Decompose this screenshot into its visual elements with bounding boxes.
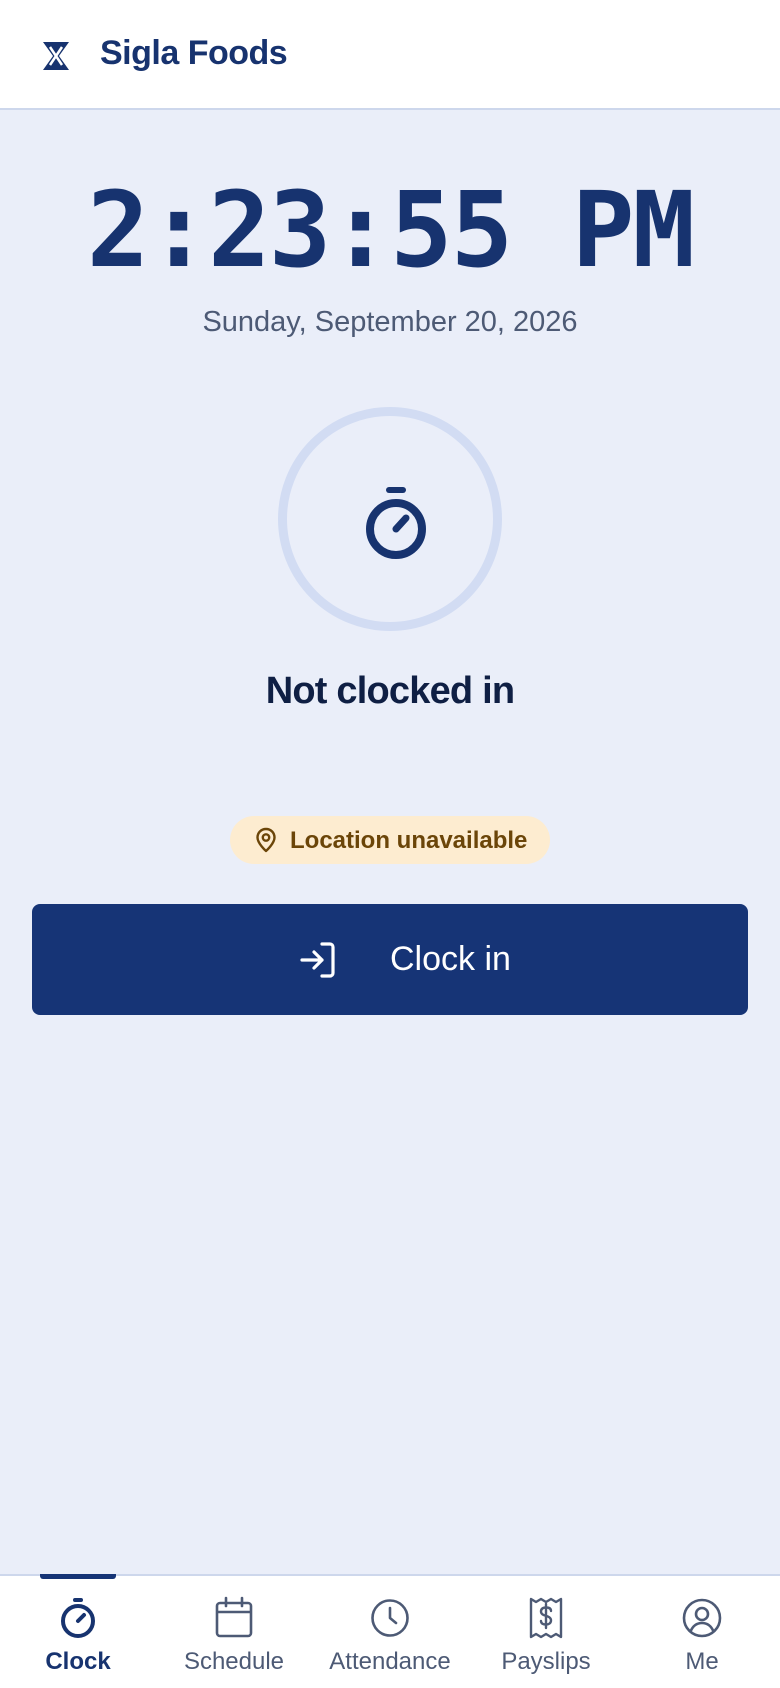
- stopwatch-icon: [61, 1598, 95, 1638]
- tab-label: Me: [685, 1648, 719, 1675]
- clock-icon: [371, 1599, 409, 1637]
- tab-schedule[interactable]: Schedule: [156, 1576, 312, 1688]
- brand-name: Sigla Foods: [100, 34, 288, 72]
- tab-payslips[interactable]: Payslips: [468, 1576, 624, 1688]
- tab-label: Schedule: [183, 1648, 285, 1675]
- user-circle-icon: [682, 1598, 722, 1638]
- sign-in-arrow-icon: [300, 942, 335, 978]
- receipt-dollar-icon: [529, 1597, 563, 1639]
- clock-in-label: Clock in: [390, 940, 511, 978]
- tab-clock[interactable]: Clock: [0, 1576, 156, 1688]
- stopwatch-icon: [366, 487, 426, 559]
- app-header: Sigla Foods: [0, 0, 780, 110]
- tab-label: Clock: [45, 1648, 111, 1675]
- current-date: Sunday, September 20, 2026: [202, 306, 578, 338]
- tab-label: Payslips: [501, 1648, 591, 1675]
- tab-attendance[interactable]: Attendance: [312, 1576, 468, 1688]
- map-pin-icon: [256, 827, 276, 853]
- timer-ring: [278, 407, 502, 631]
- tab-label: Attendance: [329, 1648, 451, 1675]
- current-time: 2:23:55 PM: [86, 169, 695, 291]
- tab-me[interactable]: Me: [624, 1576, 780, 1688]
- location-badge: Location unavailable: [230, 816, 550, 864]
- calendar-icon: [215, 1596, 253, 1638]
- clock-status: Not clocked in: [265, 670, 515, 712]
- location-status-text: Location unavailable: [290, 827, 528, 854]
- bottom-tab-bar: Clock Schedule Attendance Payslips Me: [0, 1574, 780, 1688]
- clock-in-button[interactable]: Clock in: [32, 904, 748, 1015]
- hourglass-x-icon[interactable]: [40, 40, 72, 72]
